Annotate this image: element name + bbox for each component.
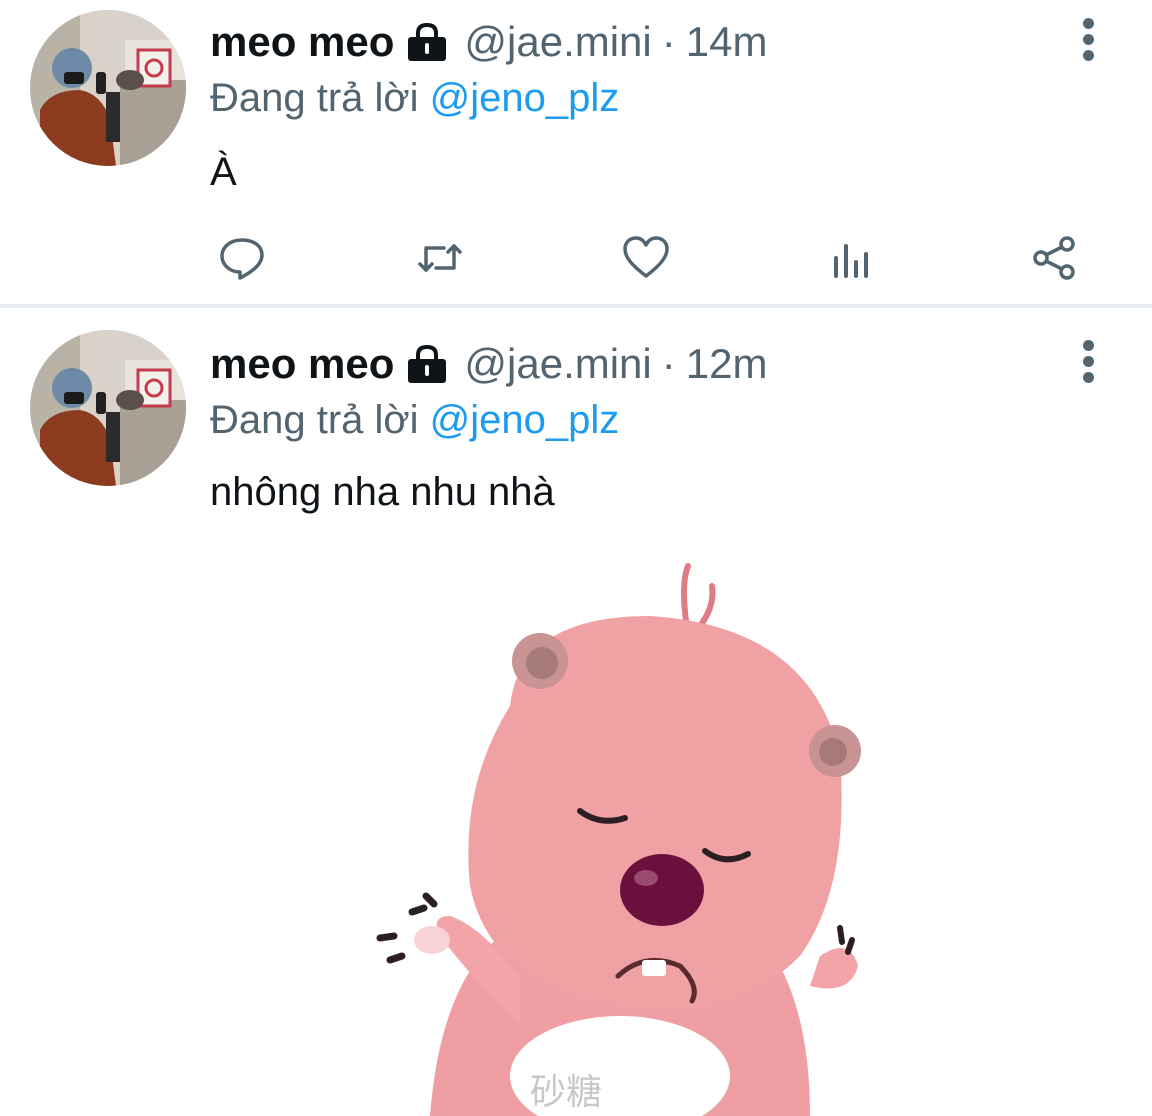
reply-prefix: Đang trả lời (210, 76, 430, 120)
retweet-button[interactable] (410, 228, 470, 288)
sticker-watermark: 砂糖 (530, 1072, 602, 1113)
tweet[interactable]: meo meo @jae.mini · 14m Đang trả lời @je… (0, 0, 1152, 305)
loopy-sticker-image: 砂糖 (376, 563, 861, 1116)
avatar[interactable] (30, 330, 186, 486)
share-icon (1033, 236, 1075, 280)
like-button[interactable] (616, 228, 676, 288)
author-name[interactable]: meo meo (210, 14, 394, 70)
reply-context: Đang trả lời @jeno_plz (210, 70, 619, 126)
avatar-image (30, 330, 186, 486)
reply-button[interactable] (212, 228, 272, 288)
reply-mention[interactable]: @jeno_plz (430, 76, 620, 120)
tweet-text: nhông nha nhu nhà (210, 470, 555, 514)
tweet-time[interactable]: 14m (686, 14, 768, 70)
tweet-text: À (210, 150, 237, 194)
author-handle[interactable]: @jae.mini (464, 14, 651, 70)
heart-icon (623, 236, 669, 278)
tweet-media-sticker[interactable]: 砂糖 (370, 556, 890, 1116)
analytics-button[interactable] (820, 228, 880, 288)
tweet-actions (210, 228, 1090, 288)
reply-icon (220, 238, 264, 280)
avatar[interactable] (30, 10, 186, 166)
more-vertical-icon[interactable] (1078, 18, 1100, 62)
share-button[interactable] (1025, 228, 1085, 288)
avatar-image (30, 10, 186, 166)
reply-mention[interactable]: @jeno_plz (430, 398, 620, 442)
lock-icon (404, 22, 450, 62)
lock-icon (404, 344, 450, 384)
meta-separator: · (661, 18, 676, 65)
author-name[interactable]: meo meo (210, 336, 394, 392)
reply-context: Đang trả lời @jeno_plz (210, 392, 619, 448)
tweet-header: meo meo @jae.mini · 14m (210, 14, 767, 70)
analytics-icon (834, 244, 868, 278)
reply-prefix: Đang trả lời (210, 398, 430, 442)
tweet[interactable]: meo meo @jae.mini · 12m Đang trả lời @je… (0, 308, 1152, 1116)
meta-separator: · (661, 340, 676, 387)
more-vertical-icon[interactable] (1078, 340, 1100, 384)
retweet-icon (418, 244, 462, 272)
tweet-time[interactable]: 12m (686, 336, 768, 392)
tweet-header: meo meo @jae.mini · 12m (210, 336, 767, 392)
author-handle[interactable]: @jae.mini (464, 336, 651, 392)
